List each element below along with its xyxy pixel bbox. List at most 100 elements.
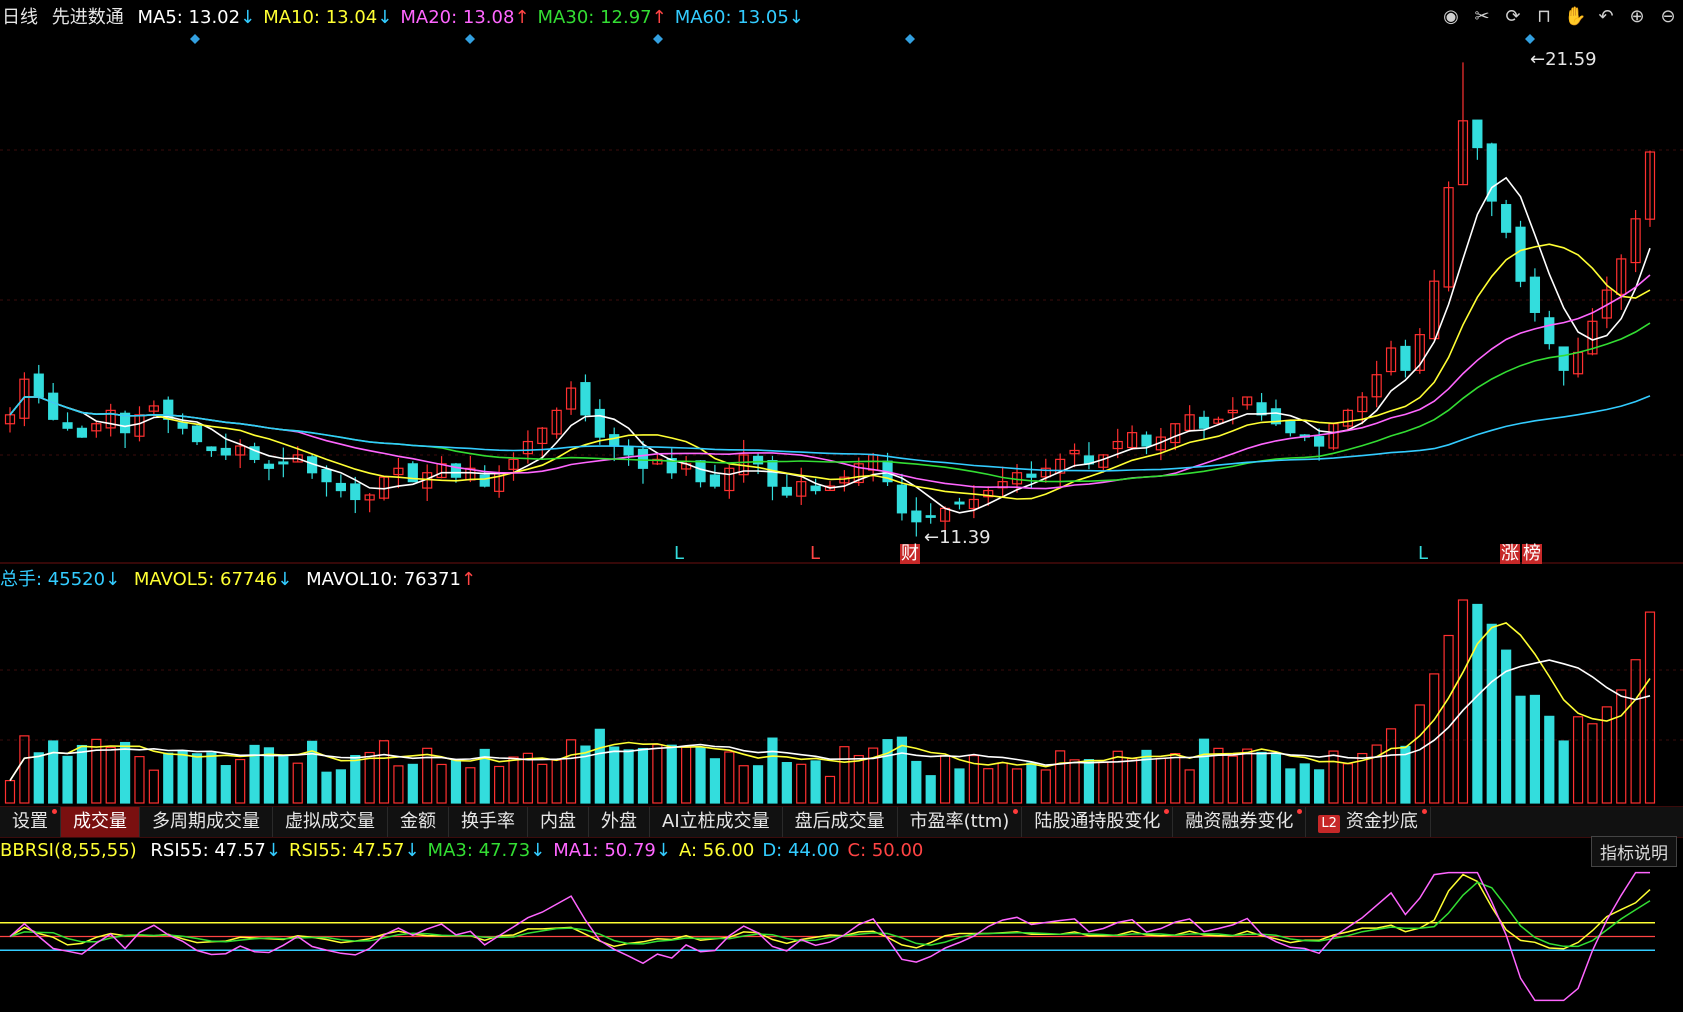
volume-bar — [220, 765, 231, 804]
scissors-icon[interactable]: ✂ — [1471, 6, 1493, 28]
eye-icon[interactable]: ◉ — [1440, 6, 1462, 28]
volume-bar — [508, 756, 519, 804]
volume-bar — [1227, 755, 1238, 804]
mavol5-label: MAVOL5: — [133, 569, 221, 590]
volume-bar — [1184, 769, 1195, 804]
indicator-legend: BBRSI(8,55,55) RSI55: 47.57↓ RSI55: 47.57… — [0, 841, 923, 861]
volume-bar — [1242, 748, 1253, 804]
volume-bar — [824, 775, 836, 804]
total-volume-arrow: ↓ — [105, 569, 121, 590]
l2-badge: L2 — [1318, 815, 1340, 833]
volume-bar — [1342, 763, 1353, 804]
event-diamond-icon — [465, 34, 475, 44]
candle-body — [695, 460, 706, 483]
marker-l-1[interactable]: L — [674, 544, 684, 564]
indicator-explain-button[interactable]: 指标说明 — [1591, 836, 1677, 867]
marker-l-2[interactable]: L — [810, 544, 820, 564]
indicator-item: MA1: 50.79↓ — [553, 840, 671, 861]
volume-bar — [378, 740, 390, 804]
candle-body — [321, 468, 332, 483]
volume-bar — [1127, 758, 1138, 804]
indicator-item: D: 44.00 — [762, 840, 840, 861]
ma-legend-item: MA30: 12.97↑ — [537, 7, 667, 28]
indicator-item: RSI55: 47.57↓ — [288, 840, 420, 861]
candle-body — [623, 446, 634, 456]
volume-bar — [1256, 751, 1267, 804]
tab-5[interactable]: 换手率 — [449, 807, 528, 837]
volume-bar — [494, 765, 505, 804]
candle-body — [220, 447, 231, 456]
candle-body — [1198, 416, 1210, 429]
candle-body — [177, 422, 188, 429]
lock-icon[interactable]: ⊓ — [1533, 6, 1555, 28]
marker-list[interactable]: 榜 — [1522, 544, 1542, 564]
volume-bar — [623, 749, 634, 804]
volume-bar — [939, 755, 951, 804]
volume-bar — [1213, 747, 1224, 804]
tab-6[interactable]: 内盘 — [528, 807, 589, 837]
volume-bar — [954, 768, 965, 804]
total-volume-label: 总手: — [0, 569, 48, 590]
zoom-out-icon[interactable]: ⊖ — [1657, 6, 1679, 28]
candle-body — [709, 474, 721, 487]
tab-1[interactable]: 成交量 — [61, 807, 140, 837]
volume-bar — [1371, 744, 1382, 804]
ma-legend-item: MA10: 13.04↓ — [263, 7, 393, 28]
tab-10[interactable]: 市盈率(ttm) — [898, 807, 1023, 837]
undo-icon[interactable]: ↶ — [1595, 6, 1617, 28]
candle-body — [48, 392, 59, 420]
volume-bar — [724, 751, 735, 804]
period-label[interactable]: 日线 — [2, 7, 38, 28]
volume-bar — [1544, 715, 1555, 804]
tab-3[interactable]: 虚拟成交量 — [273, 807, 388, 837]
volume-bar — [565, 739, 577, 804]
tab-12[interactable]: 融资融券变化 — [1173, 807, 1307, 837]
volume-bar — [1198, 738, 1210, 804]
tab-11[interactable]: 陆股通持股变化 — [1022, 807, 1174, 837]
notify-dot — [1421, 809, 1427, 814]
volume-bar — [709, 758, 721, 804]
tab-7[interactable]: 外盘 — [589, 807, 650, 837]
ma-legend-item: MA60: 13.05↓ — [674, 7, 804, 28]
candle-body — [781, 486, 792, 496]
candle-body — [76, 427, 88, 438]
candle-body — [1285, 420, 1296, 434]
hand-icon[interactable]: ✋ — [1564, 6, 1586, 28]
volume-bar — [335, 769, 346, 804]
volume-bar — [652, 744, 663, 804]
tab-label: 外盘 — [601, 811, 637, 832]
mavol5-value: 67746 — [220, 569, 278, 590]
volume-bar — [1472, 603, 1483, 804]
marker-limit-up[interactable]: 涨 — [1500, 544, 1520, 564]
volume-bar — [839, 746, 850, 804]
tab-label: 内盘 — [540, 811, 576, 832]
tab-13[interactable]: L2 资金抄底 — [1306, 807, 1431, 837]
zoom-in-icon[interactable]: ⊕ — [1626, 6, 1648, 28]
volume-bar — [1011, 768, 1023, 804]
tab-8[interactable]: AI立桩成交量 — [650, 807, 783, 837]
tab-0[interactable]: 设置 — [0, 807, 61, 837]
indicator-name[interactable]: BBRSI(8,55,55) — [0, 840, 137, 861]
tab-2[interactable]: 多周期成交量 — [140, 807, 273, 837]
volume-bar — [1644, 611, 1656, 804]
volume-bar — [278, 756, 289, 804]
volume-bar — [134, 756, 145, 804]
total-volume-value: 45520 — [47, 569, 106, 590]
candle-body — [810, 485, 821, 492]
candle-body — [479, 474, 490, 487]
tab-label: 金额 — [400, 811, 436, 832]
tab-4[interactable]: 金额 — [388, 807, 449, 837]
volume-bar — [1083, 759, 1095, 804]
volume-bar — [537, 763, 548, 804]
tab-9[interactable]: 盘后成交量 — [783, 807, 898, 837]
replay-icon[interactable]: ⟳ — [1502, 6, 1524, 28]
marker-l-3[interactable]: L — [1418, 544, 1428, 564]
volume-legend: 总手: 45520↓ MAVOL5: 67746↓ MAVOL10: 76371… — [0, 570, 476, 590]
volume-bar — [1587, 723, 1598, 804]
volume-bar — [62, 755, 73, 804]
volume-bar — [177, 750, 188, 804]
marker-finance[interactable]: 财 — [900, 544, 920, 564]
volume-bar — [19, 735, 30, 804]
candle-body — [580, 382, 591, 416]
tab-label: 换手率 — [461, 811, 515, 832]
